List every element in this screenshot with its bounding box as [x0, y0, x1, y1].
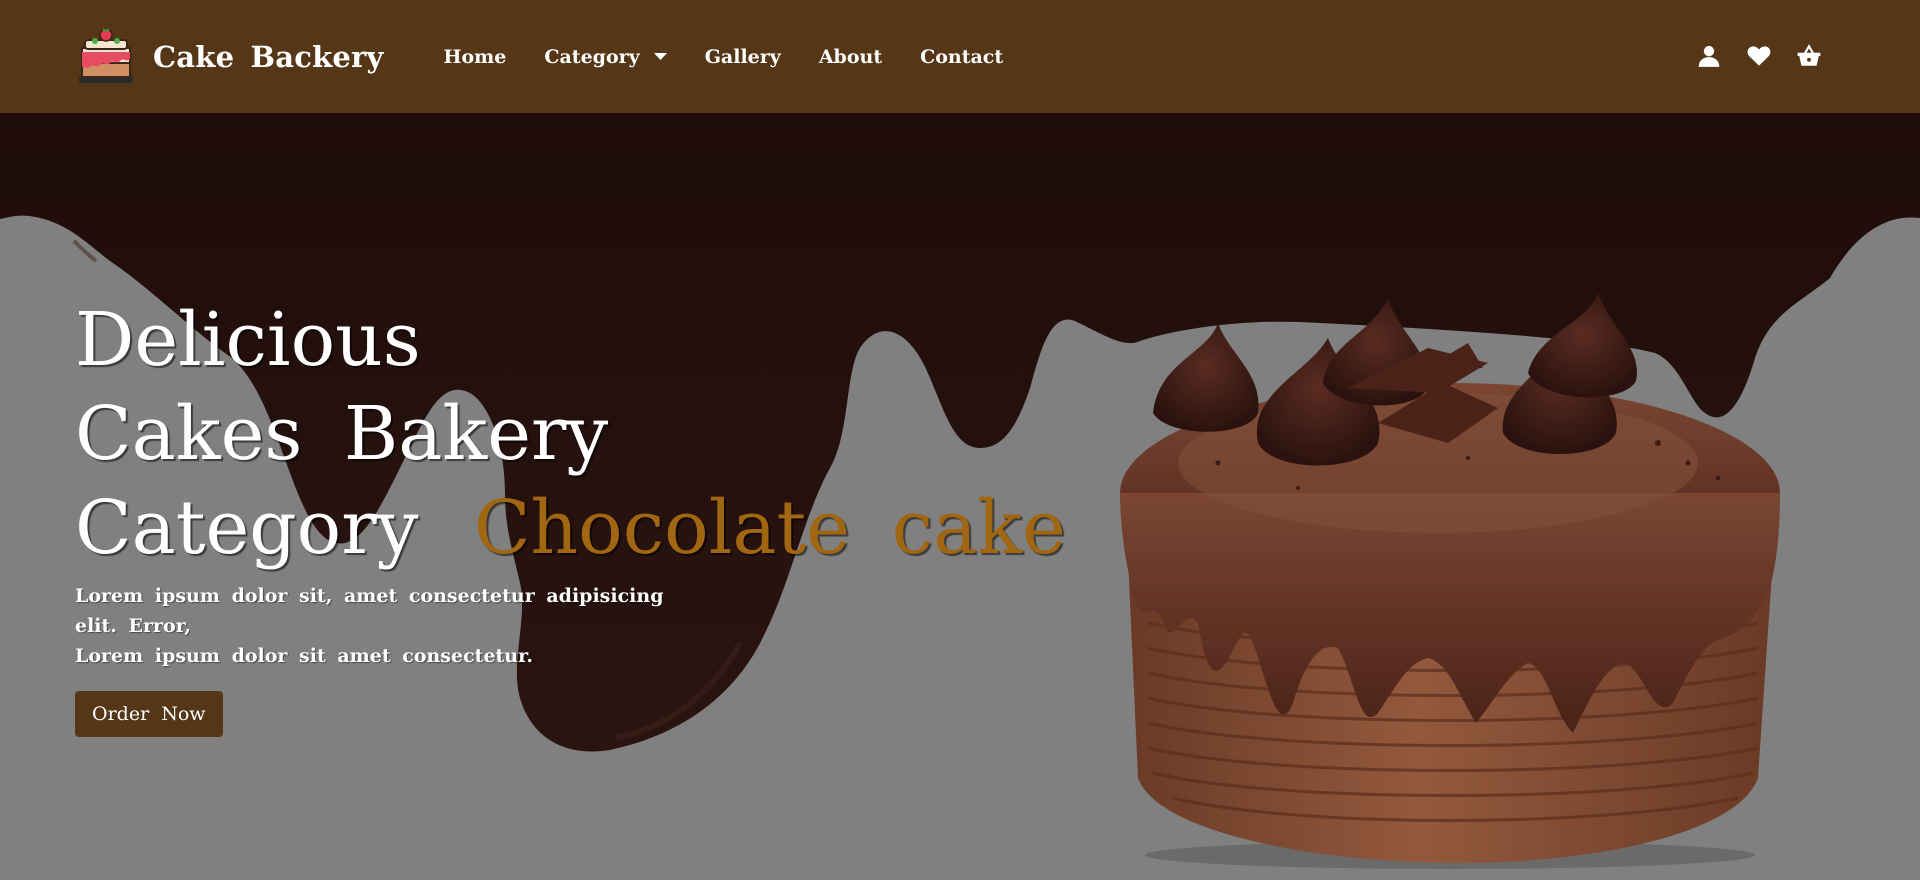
nav-link-contact[interactable]: Contact	[920, 46, 1003, 68]
nav-link-home[interactable]: Home	[444, 46, 507, 68]
headline-line-3: Category Chocolate cake	[75, 481, 1066, 575]
headline-accent: Chocolate cake	[473, 485, 1066, 571]
headline-line-1: Delicious	[75, 297, 421, 383]
user-icon[interactable]	[1696, 43, 1722, 69]
brand-name: Cake Backery	[153, 39, 384, 74]
headline-category: Category	[75, 485, 419, 571]
description-line-1: Lorem ipsum dolor sit, amet consectetur …	[75, 585, 664, 637]
nav-link-gallery[interactable]: Gallery	[705, 46, 781, 68]
basket-icon[interactable]	[1796, 43, 1822, 69]
nav-links: Home Category Gallery About Contact	[444, 46, 1042, 68]
caret-down-icon	[653, 52, 667, 60]
headline-line-2: Cakes Bakery	[75, 391, 609, 477]
chocolate-cake-image	[1120, 293, 1780, 869]
brand-link[interactable]: Cake Backery	[75, 26, 384, 88]
nav-link-about[interactable]: About	[819, 46, 882, 68]
cake-logo-icon	[79, 27, 133, 83]
hero-section: Delicious Cakes Bakery Category Chocolat…	[0, 113, 1920, 880]
nav-icons	[1672, 43, 1822, 69]
hero-headline: Delicious Cakes Bakery Category Chocolat…	[75, 293, 1066, 575]
top-navbar: Cake Backery Home Category Gallery About…	[0, 0, 1920, 113]
hero-text: Delicious Cakes Bakery Category Chocolat…	[75, 293, 1066, 737]
order-now-button[interactable]: Order Now	[75, 691, 223, 737]
hero-description: Lorem ipsum dolor sit, amet consectetur …	[75, 581, 715, 671]
heart-icon[interactable]	[1746, 43, 1772, 69]
nav-link-category[interactable]: Category	[544, 46, 667, 68]
description-line-2: Lorem ipsum dolor sit amet consectetur.	[75, 645, 534, 667]
